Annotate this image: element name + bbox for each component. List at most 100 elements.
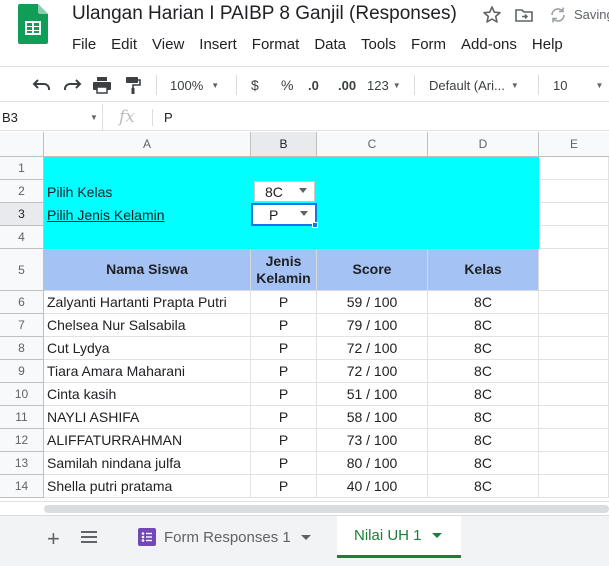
cell-score[interactable]: 73 / 100 [317,429,428,452]
paint-format-icon[interactable] [124,75,142,95]
header-score[interactable]: Score [317,249,428,291]
gender-filter-label[interactable]: Pilih Jenis Kelamin [44,203,251,226]
cell-nama-siswa[interactable]: NAYLI ASHIFA [44,406,251,429]
kelas-filter-label[interactable]: Pilih Kelas [44,180,251,203]
cell-score[interactable]: 72 / 100 [317,360,428,383]
row-header-5[interactable]: 5 [0,249,44,291]
menu-file[interactable]: File [72,36,96,53]
row-header-10[interactable]: 10 [0,383,44,406]
cell-kelas[interactable]: 8C [428,291,539,314]
row-header-8[interactable]: 8 [0,337,44,360]
cell-kelas[interactable]: 8C [428,406,539,429]
increase-decimal-button[interactable]: .00 [338,67,356,103]
gender-dropdown[interactable]: P [251,203,317,226]
formula-input[interactable]: P [164,110,173,125]
sheet-tab-nilai-uh[interactable]: Nilai UH 1 [337,516,461,558]
cell-jenis-kelamin[interactable]: P [251,429,317,452]
cell-empty[interactable] [539,429,609,452]
cell-nama-siswa[interactable]: Chelsea Nur Salsabila [44,314,251,337]
cell-empty[interactable] [539,383,609,406]
cell-jenis-kelamin[interactable]: P [251,360,317,383]
cell-jenis-kelamin[interactable]: P [251,406,317,429]
font-family-select[interactable]: Default (Ari... ▼ [429,67,519,103]
cell-score[interactable]: 72 / 100 [317,337,428,360]
header-jenis-kelamin[interactable]: Jenis Kelamin [251,249,317,291]
row-header-11[interactable]: 11 [0,406,44,429]
header-nama-siswa[interactable]: Nama Siswa [44,249,251,291]
cell-nama-siswa[interactable]: Shella putri pratama [44,475,251,498]
menu-format[interactable]: Format [252,36,300,53]
font-size-select[interactable]: 10 ▼ [553,67,603,103]
menu-edit[interactable]: Edit [111,36,137,53]
star-icon[interactable] [482,5,502,25]
scrollbar-thumb[interactable] [44,505,609,513]
cell-empty[interactable] [539,337,609,360]
currency-format-button[interactable]: $ [251,67,259,103]
column-header-e[interactable]: E [539,132,609,157]
cell-e3[interactable] [539,203,609,226]
cell-nama-siswa[interactable]: Cinta kasih [44,383,251,406]
cell-empty[interactable] [539,291,609,314]
fill-handle[interactable] [312,222,318,228]
cell-jenis-kelamin[interactable]: P [251,475,317,498]
cell-nama-siswa[interactable]: ALIFFATURRAHMAN [44,429,251,452]
column-header-c[interactable]: C [317,132,428,157]
cell-kelas[interactable]: 8C [428,337,539,360]
cell-score[interactable]: 79 / 100 [317,314,428,337]
undo-icon[interactable] [32,76,52,94]
row-header-7[interactable]: 7 [0,314,44,337]
cell-jenis-kelamin[interactable]: P [251,314,317,337]
cell-score[interactable]: 80 / 100 [317,452,428,475]
cell-score[interactable]: 59 / 100 [317,291,428,314]
cell-e1[interactable] [539,157,609,180]
cell-score[interactable]: 51 / 100 [317,383,428,406]
row-header-3[interactable]: 3 [0,203,44,226]
cell-empty[interactable] [539,406,609,429]
select-all-corner[interactable] [0,132,44,157]
zoom-select[interactable]: 100% ▼ [170,67,219,103]
column-header-b[interactable]: B [251,132,317,157]
cell-empty[interactable] [539,475,609,498]
menu-form[interactable]: Form [411,36,446,53]
cell-nama-siswa[interactable]: Tiara Amara Maharani [44,360,251,383]
row-header-6[interactable]: 6 [0,291,44,314]
cell-score[interactable]: 40 / 100 [317,475,428,498]
cell-score[interactable]: 58 / 100 [317,406,428,429]
row-header-9[interactable]: 9 [0,360,44,383]
more-formats-button[interactable]: 123 ▼ [367,67,401,103]
cell-empty[interactable] [539,314,609,337]
column-header-d[interactable]: D [428,132,539,157]
cell-nama-siswa[interactable]: Cut Lydya [44,337,251,360]
sheet-tab-form-responses[interactable]: Form Responses 1 [122,516,328,558]
all-sheets-icon[interactable] [81,530,97,544]
document-title[interactable]: Ulangan Harian I PAIBP 8 Ganjil (Respons… [72,3,457,25]
row-header-14[interactable]: 14 [0,475,44,498]
cell-kelas[interactable]: 8C [428,429,539,452]
print-icon[interactable] [92,75,112,95]
cell-empty[interactable] [539,360,609,383]
header-kelas[interactable]: Kelas [428,249,539,291]
cell-nama-siswa[interactable]: Zalyanti Hartanti Prapta Putri [44,291,251,314]
row-header-2[interactable]: 2 [0,180,44,203]
cell-kelas[interactable]: 8C [428,360,539,383]
menu-help[interactable]: Help [532,36,563,53]
cell-nama-siswa[interactable]: Samilah nindana julfa [44,452,251,475]
column-header-a[interactable]: A [44,132,251,157]
row-header-4[interactable]: 4 [0,226,44,249]
menu-insert[interactable]: Insert [199,36,237,53]
row-header-13[interactable]: 13 [0,452,44,475]
cell-jenis-kelamin[interactable]: P [251,383,317,406]
row-header-1[interactable]: 1 [0,157,44,180]
cell-kelas[interactable]: 8C [428,314,539,337]
menu-data[interactable]: Data [314,36,346,53]
percent-format-button[interactable]: % [281,67,293,103]
cell-jenis-kelamin[interactable]: P [251,337,317,360]
row-header-12[interactable]: 12 [0,429,44,452]
menu-addons[interactable]: Add-ons [461,36,517,53]
redo-icon[interactable] [62,76,82,94]
decrease-decimal-button[interactable]: .0 [308,67,319,103]
cell-empty[interactable] [539,452,609,475]
menu-view[interactable]: View [152,36,184,53]
cell-kelas[interactable]: 8C [428,475,539,498]
cell-e5[interactable] [539,249,609,291]
